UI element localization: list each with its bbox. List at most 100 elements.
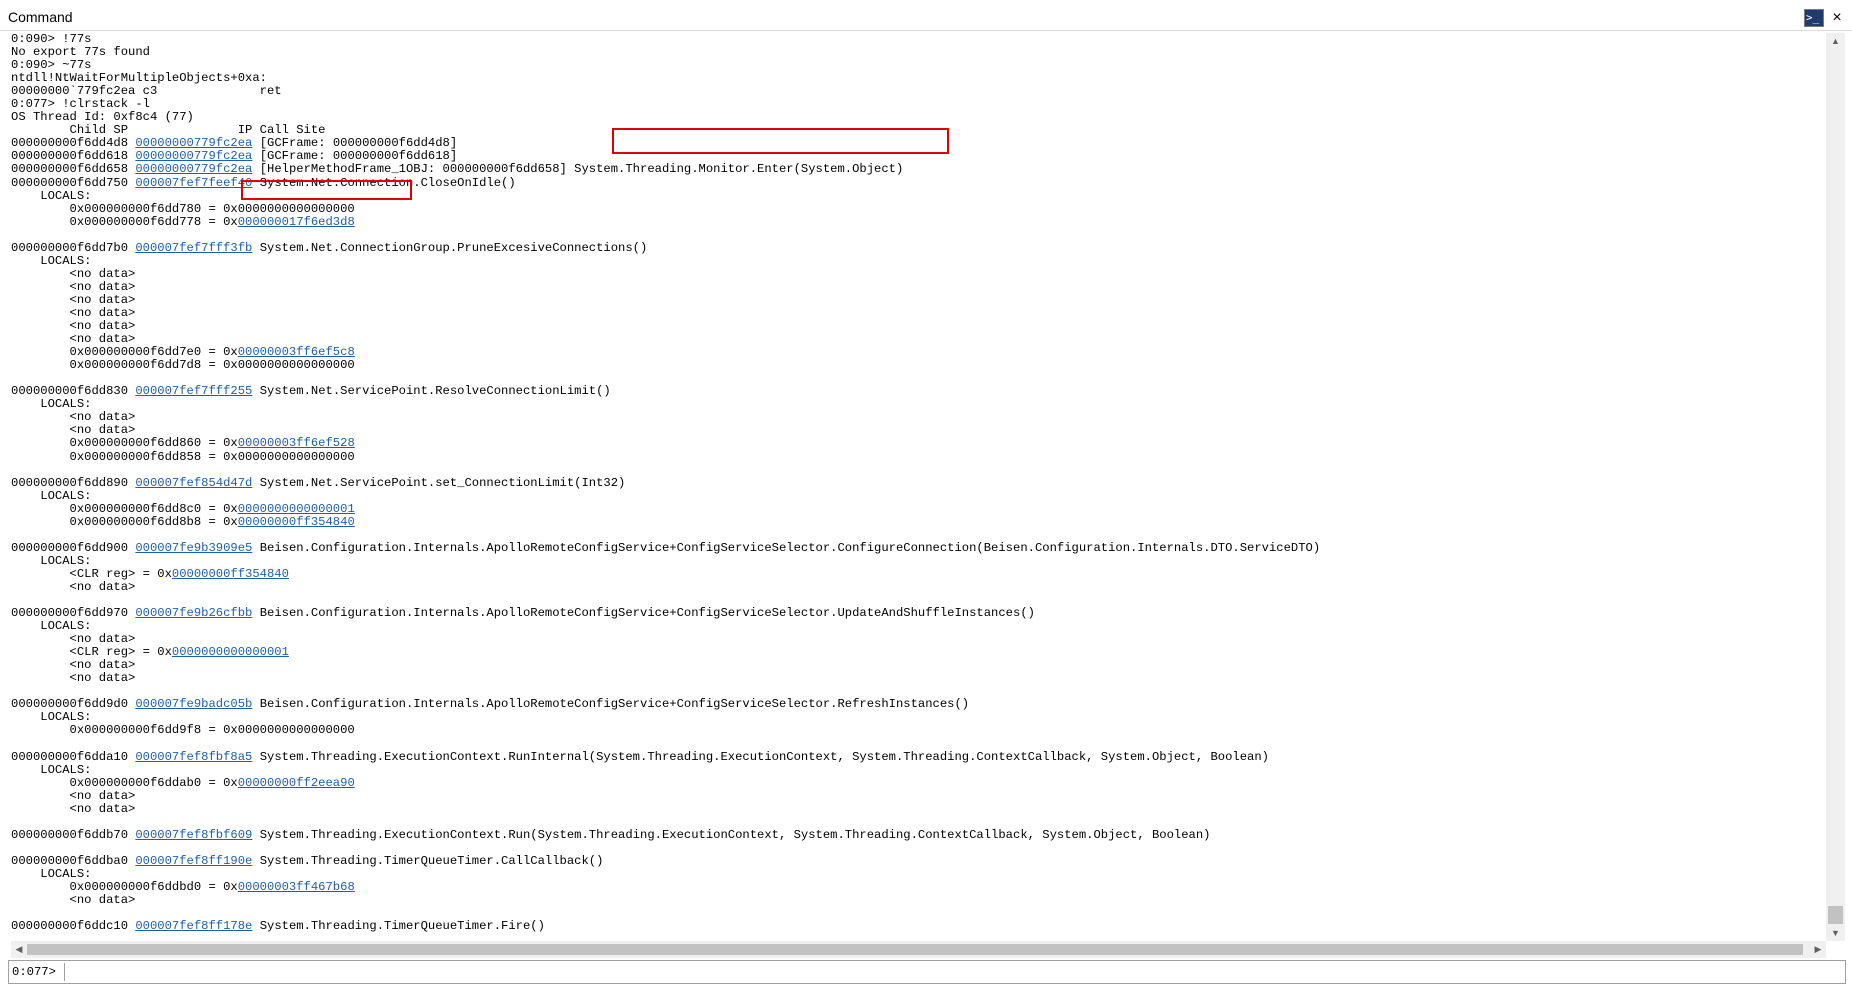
output-text: 0:090> ~77s	[11, 58, 92, 73]
output-text: [HelperMethodFrame_1OBJ: 000000000f6dd65…	[252, 162, 904, 177]
output-line: <no data>	[11, 411, 1826, 424]
output-text: LOCALS:	[11, 762, 92, 777]
output-line: 0x000000000f6dd7d8 = 0x0000000000000000	[11, 359, 1826, 372]
command-input[interactable]	[68, 963, 1838, 981]
output-text: <no data>	[11, 801, 136, 816]
output-text: Beisen.Configuration.Internals.ApolloRem…	[252, 540, 1321, 555]
scroll-left-arrow-icon[interactable]: ◀	[11, 941, 27, 958]
output-line: <no data>	[11, 280, 1826, 294]
output-line: <CLR reg> = 0x00000000ff354840	[11, 567, 1826, 581]
highlight-locked-object	[241, 180, 412, 200]
output-line: 000000000f6ddba0 000007fef8ff190e System…	[11, 853, 1826, 868]
output-text: <no data>	[11, 332, 136, 347]
output-text: [GCFrame: 000000000f6dd618]	[252, 149, 458, 164]
output-text: [GCFrame: 000000000f6dd4d8]	[252, 136, 458, 151]
output-text: <no data>	[11, 423, 136, 438]
output-text: 000000000f6dd7b0	[11, 240, 136, 255]
vertical-scrollbar[interactable]: ▲ ▼	[1826, 33, 1845, 941]
address-link[interactable]: 000007fe9b3909e5	[135, 541, 252, 555]
command-window-icon[interactable]: >_	[1804, 9, 1824, 27]
output-text: 000000000f6dd970	[11, 606, 136, 621]
address-link[interactable]: 00000003ff6ef528	[238, 436, 355, 450]
command-prompt: 0:077>	[12, 965, 56, 979]
output-text: System.Threading.ExecutionContext.RunInt…	[252, 749, 1269, 764]
output-lines: 0:090> !77s No export 77s found 0:090> ~77…	[11, 33, 1826, 933]
output-line: 0:077> !clrstack -l	[11, 98, 1826, 111]
output-text: LOCALS:	[11, 188, 92, 203]
output-text: LOCALS:	[11, 488, 92, 503]
address-link[interactable]: 00000000ff2eea90	[238, 776, 355, 790]
horizontal-scrollbar[interactable]: ◀ ▶	[11, 941, 1826, 958]
output-text: 000000000f6dd900	[11, 540, 136, 555]
address-link[interactable]: 0000000000000001	[238, 502, 355, 516]
command-output: 0:090> !77s No export 77s found 0:090> ~77…	[11, 33, 1826, 941]
scroll-down-arrow-icon[interactable]: ▼	[1826, 925, 1845, 941]
address-link[interactable]: 000007fef7feef40	[135, 176, 252, 190]
address-link[interactable]: 000007fef7fff255	[135, 384, 252, 398]
output-text: System.Threading.ExecutionContext.Run(Sy…	[252, 827, 1211, 842]
output-text: LOCALS:	[11, 710, 92, 725]
output-line: LOCALS:	[11, 398, 1826, 411]
output-line: <no data>	[11, 293, 1826, 307]
output-text: System.Threading.TimerQueueTimer.Fire()	[252, 919, 545, 934]
address-link[interactable]: 00000000779fc2ea	[135, 136, 252, 150]
address-link[interactable]: 000007fef8ff190e	[135, 854, 252, 868]
address-link[interactable]: 00000000ff354840	[238, 515, 355, 529]
output-line: 00000000`779fc2ea c3 ret	[11, 85, 1826, 98]
address-link[interactable]: 000007fef8fbf8a5	[135, 750, 252, 764]
output-line: LOCALS:	[11, 620, 1826, 633]
scroll-up-arrow-icon[interactable]: ▲	[1826, 33, 1845, 49]
output-line: 000000000f6dd830 000007fef7fff255 System…	[11, 385, 1826, 398]
address-link[interactable]: 000007fef8fbf609	[135, 828, 252, 842]
horizontal-scroll-thumb[interactable]	[27, 944, 1803, 955]
output-text: No export 77s found	[11, 45, 150, 60]
address-link[interactable]: 00000003ff467b68	[238, 880, 355, 894]
output-line: <no data>	[11, 659, 1826, 672]
address-link[interactable]: 000007fe9badc05b	[135, 697, 252, 711]
address-link[interactable]: 00000003ff6ef5c8	[238, 345, 355, 359]
output-text: 0x000000000f6dd7d8 = 0x0000000000000000	[11, 358, 355, 373]
output-line: 000000000f6dd890 000007fef854d47d System…	[11, 475, 1826, 490]
address-link[interactable]: 00000000779fc2ea	[135, 162, 252, 176]
output-text: Child SP IP Call Site	[11, 123, 326, 138]
output-text: 000000000f6dd658	[11, 162, 136, 177]
output-text: <no data>	[11, 579, 136, 594]
output-line: 0x000000000f6dd8b8 = 0x00000000ff354840	[11, 515, 1826, 529]
output-text: <no data>	[11, 410, 136, 425]
output-line: LOCALS:	[11, 254, 1826, 268]
address-link[interactable]: 00000000ff354840	[172, 567, 289, 581]
output-text: <no data>	[11, 266, 136, 281]
output-line: 0x000000000f6dd778 = 0x000000017f6ed3d8	[11, 215, 1826, 229]
output-text: 00000000`779fc2ea c3 ret	[11, 84, 282, 99]
address-link[interactable]: 000007fe9b26cfbb	[135, 606, 252, 620]
output-text: 0x000000000f6ddab0 = 0x	[11, 775, 238, 790]
output-text: 000000000f6ddba0	[11, 853, 136, 868]
output-text: System.Net.ServicePoint.set_ConnectionLi…	[252, 475, 626, 490]
output-text: System.Net.ServicePoint.ResolveConnectio…	[252, 384, 611, 399]
highlight-monitor-enter	[612, 128, 949, 154]
output-text: 000000000f6dd4d8	[11, 136, 136, 151]
output-text: 0x000000000f6dd9f8 = 0x0000000000000000	[11, 723, 355, 738]
output-line: ntdll!NtWaitForMultipleObjects+0xa:	[11, 72, 1826, 85]
output-text: LOCALS:	[11, 619, 92, 634]
address-link[interactable]: 00000000779fc2ea	[135, 149, 252, 163]
address-link[interactable]: 0000000000000001	[172, 645, 289, 659]
address-link[interactable]: 000000017f6ed3d8	[238, 215, 355, 229]
output-line: <no data>	[11, 305, 1826, 320]
scroll-right-arrow-icon[interactable]: ▶	[1810, 941, 1826, 958]
title-bar: Command >_ ×	[0, 0, 1852, 31]
vertical-scroll-thumb[interactable]	[1828, 906, 1843, 924]
output-text: <no data>	[11, 788, 136, 803]
address-link[interactable]: 000007fef7fff3fb	[135, 241, 252, 255]
output-text: <no data>	[11, 305, 136, 320]
output-line: 000000000f6dd970 000007fe9b26cfbb Beisen…	[11, 607, 1826, 620]
address-link[interactable]: 000007fef8ff178e	[135, 919, 252, 933]
output-text: 0:090> !77s	[11, 33, 92, 46]
address-link[interactable]: 000007fef854d47d	[135, 476, 252, 490]
output-line: 0:090> !77s	[11, 33, 1826, 46]
output-text: <no data>	[11, 893, 136, 908]
output-line: <no data>	[11, 672, 1826, 685]
output-text: 000000000f6dd890	[11, 475, 136, 490]
close-icon[interactable]: ×	[1827, 9, 1847, 27]
output-text: System.Net.ConnectionGroup.PruneExcesive…	[252, 240, 648, 255]
